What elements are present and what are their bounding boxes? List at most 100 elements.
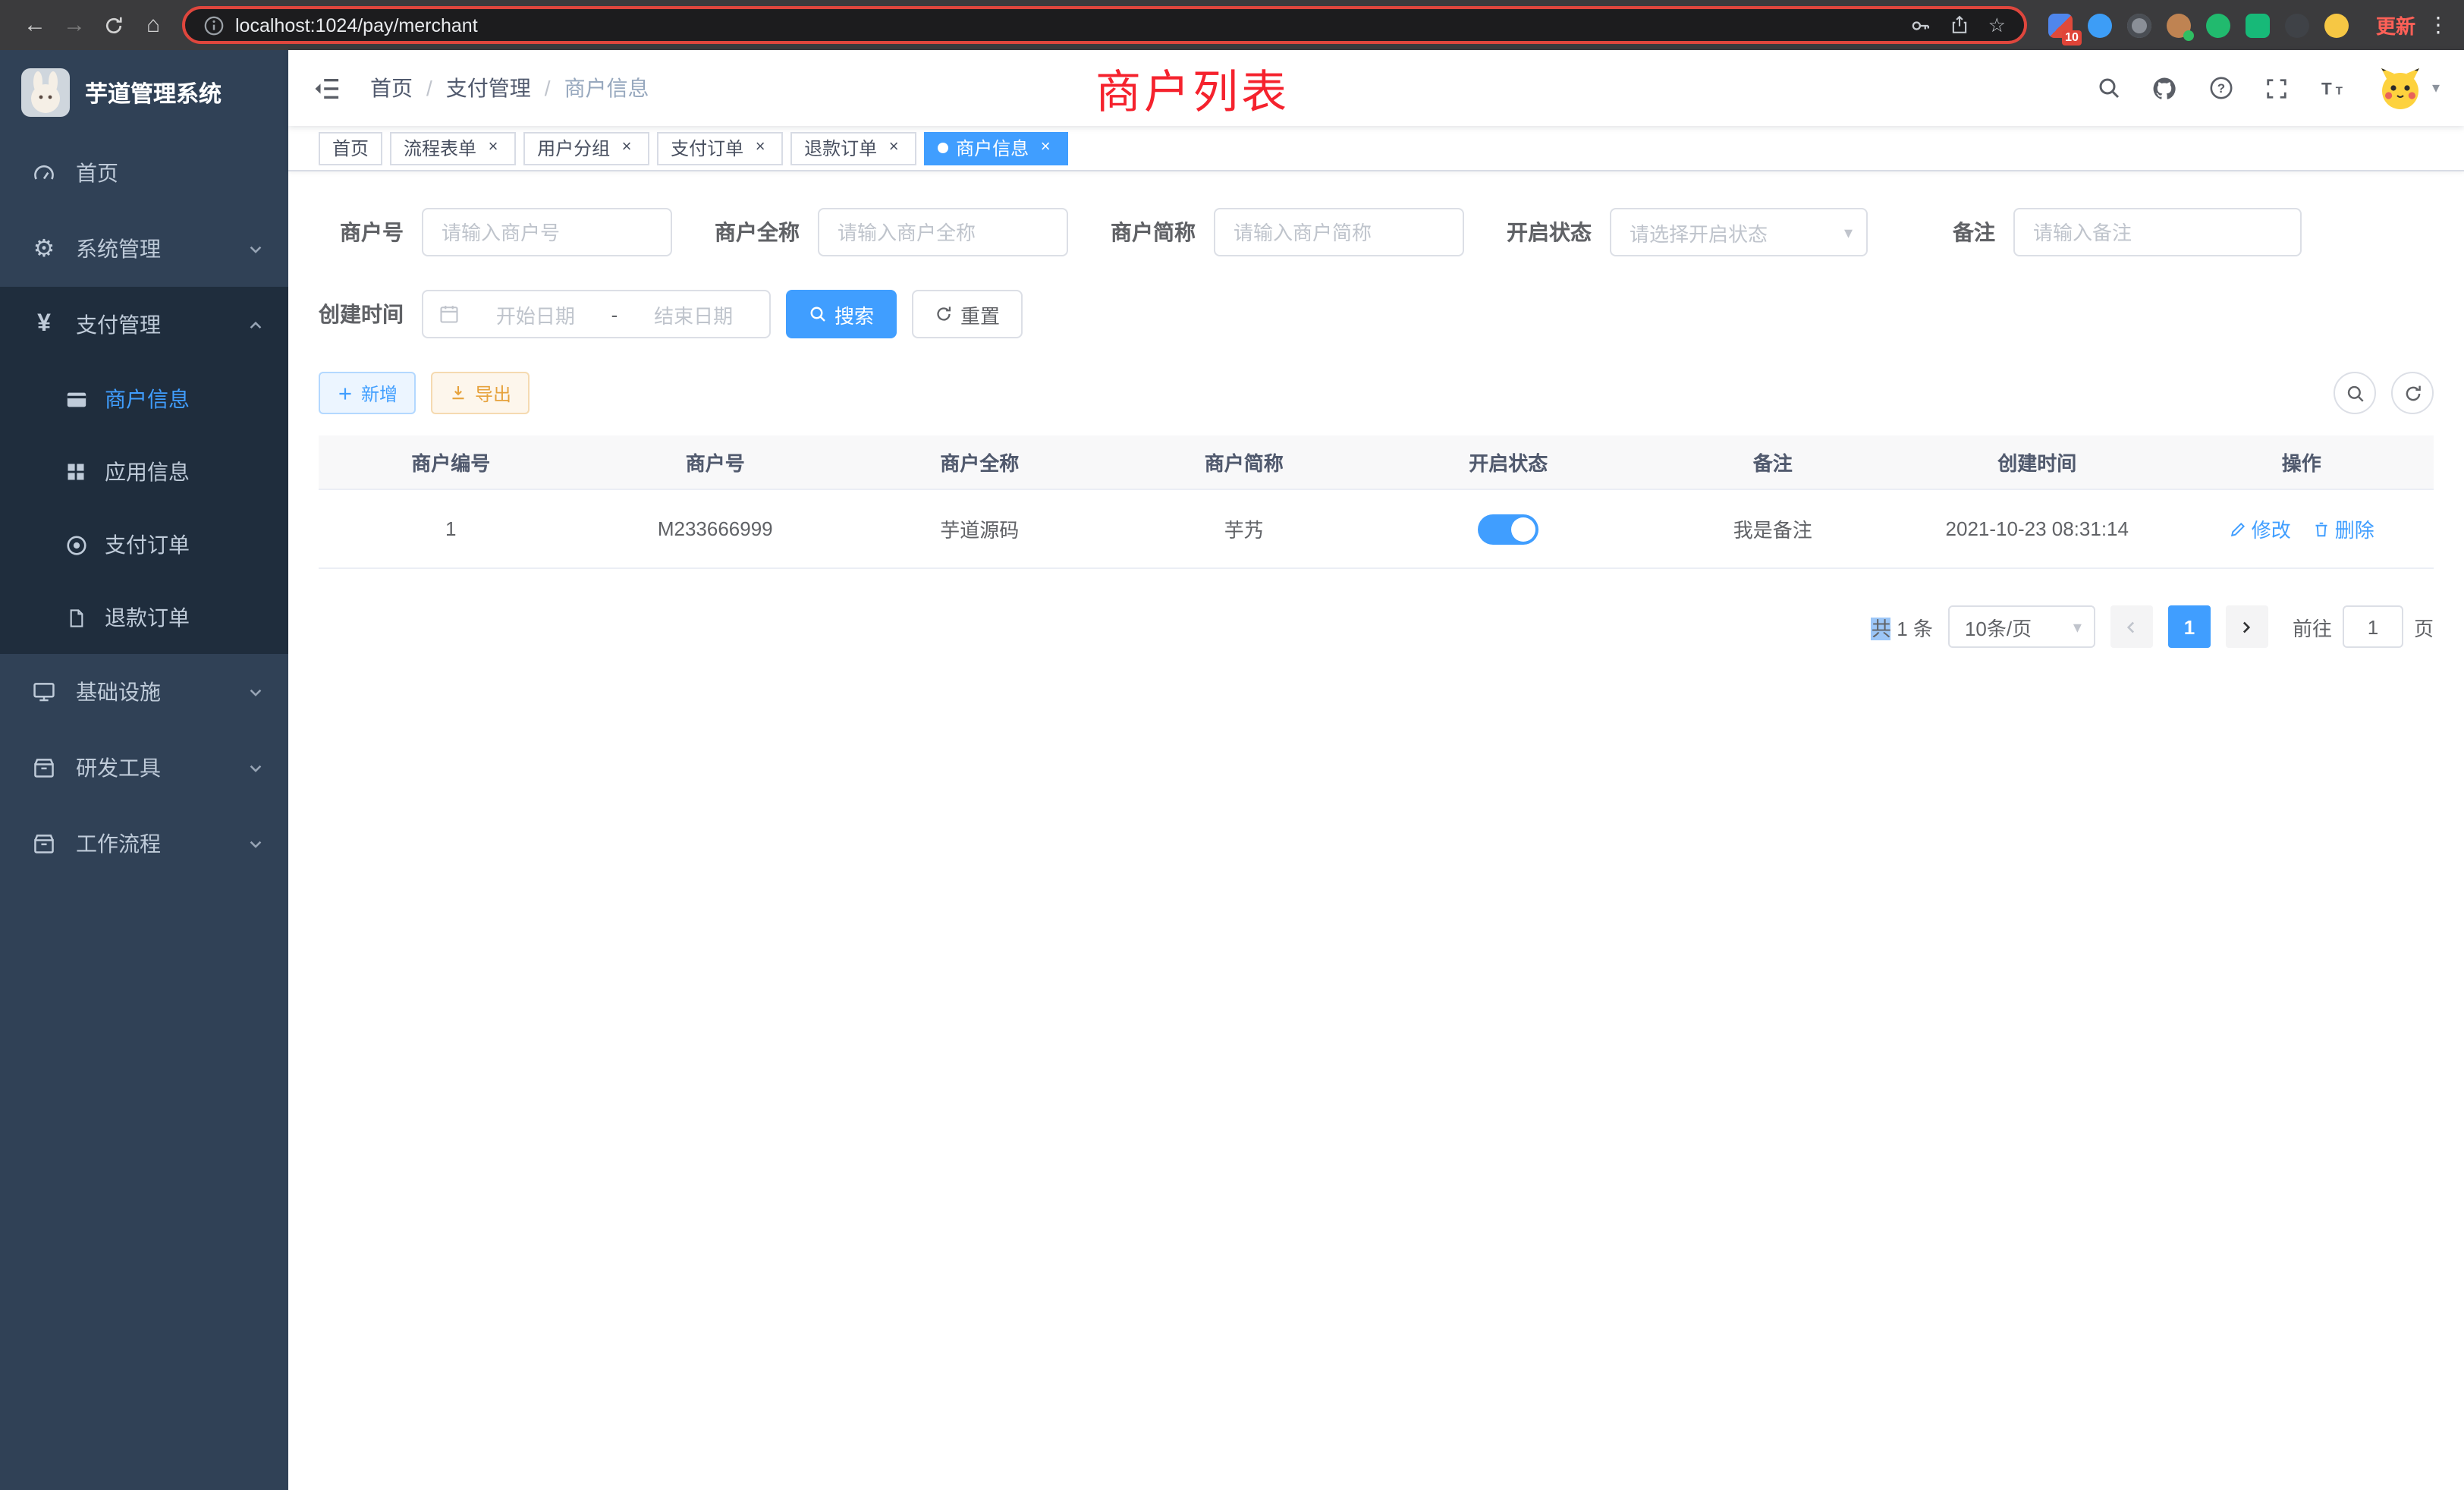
edit-link[interactable]: 修改	[2229, 514, 2291, 543]
chevron-down-icon	[247, 759, 264, 776]
close-icon[interactable]: ×	[751, 139, 769, 157]
export-button[interactable]: 导出	[431, 372, 530, 414]
search-icon[interactable]	[2094, 73, 2124, 103]
status-toggle[interactable]	[1478, 514, 1538, 544]
date-range-picker[interactable]: 开始日期 - 结束日期	[422, 290, 771, 338]
github-icon[interactable]	[2150, 73, 2180, 103]
page-number-button[interactable]: 1	[2168, 605, 2211, 648]
next-page-button[interactable]	[2226, 605, 2268, 648]
sidebar-item-dev-tools[interactable]: 研发工具	[0, 730, 288, 806]
goto-page-input[interactable]	[2343, 605, 2403, 648]
extension-icon[interactable]: 10	[2048, 13, 2073, 37]
toggle-search-button[interactable]	[2334, 372, 2376, 414]
site-info-icon[interactable]	[203, 14, 225, 36]
sidebar-subitem-app-info[interactable]: 应用信息	[0, 435, 288, 508]
extension-icon[interactable]	[2206, 13, 2230, 37]
refresh-table-button[interactable]	[2391, 372, 2434, 414]
browser-home-icon[interactable]: ⌂	[134, 7, 173, 43]
tab-refund-order[interactable]: 退款订单 ×	[790, 131, 916, 165]
browser-menu-icon[interactable]: ⋮	[2428, 12, 2449, 38]
browser-back-icon[interactable]: ←	[15, 7, 55, 43]
sidebar-item-home[interactable]: 首页	[0, 135, 288, 211]
sidebar-item-payment[interactable]: ¥ 支付管理	[0, 287, 288, 363]
breadcrumb-payment[interactable]: 支付管理	[446, 73, 531, 103]
help-icon[interactable]: ?	[2206, 73, 2236, 103]
table-header: 商户编号 商户号 商户全称 商户简称 开启状态 备注 创建时间 操作	[319, 435, 2434, 490]
password-key-icon[interactable]	[1911, 14, 1932, 36]
browser-refresh-icon[interactable]	[94, 7, 134, 43]
tab-process-form[interactable]: 流程表单 ×	[390, 131, 516, 165]
sidebar-subitem-merchant-info[interactable]: 商户信息	[0, 363, 288, 435]
page-size-select[interactable]: 10条/页 ▾	[1948, 605, 2095, 648]
screen: ← → ⌂ localhost:1024/pay/merchant ☆	[0, 0, 2464, 1490]
tags-view-bar: 首页 流程表单 × 用户分组 × 支付订单 × 退款订单 ×	[288, 126, 2464, 171]
user-avatar[interactable]: ▾	[2378, 65, 2440, 111]
extension-icon[interactable]	[2127, 13, 2151, 37]
extension-badge: 10	[2062, 30, 2082, 45]
calendar-icon	[438, 303, 460, 325]
tab-user-group[interactable]: 用户分组 ×	[523, 131, 649, 165]
date-start-placeholder[interactable]: 开始日期	[475, 300, 596, 328]
sidebar-subitem-label: 退款订单	[105, 602, 190, 633]
breadcrumb-home[interactable]: 首页	[370, 73, 413, 103]
browser-extensions: 10	[2048, 13, 2349, 37]
browser-toolbar: ← → ⌂ localhost:1024/pay/merchant ☆	[0, 0, 2464, 50]
extension-icon[interactable]	[2088, 13, 2112, 37]
tab-home[interactable]: 首页	[319, 131, 382, 165]
merchant-no-input[interactable]	[422, 208, 672, 256]
prev-page-button[interactable]	[2110, 605, 2153, 648]
tab-merchant-info[interactable]: 商户信息 ×	[924, 131, 1068, 165]
short-name-input[interactable]	[1214, 208, 1464, 256]
close-icon[interactable]: ×	[484, 139, 502, 157]
tab-pay-order[interactable]: 支付订单 ×	[657, 131, 783, 165]
document-icon	[61, 608, 91, 627]
svg-text:?: ?	[2217, 81, 2225, 96]
breadcrumb-current: 商户信息	[564, 73, 649, 103]
sidebar-item-infra[interactable]: 基础设施	[0, 654, 288, 730]
search-button[interactable]: 搜索	[786, 290, 897, 338]
page-content: 商户号 商户全称 商户简称 开启状态 请选择开启状态	[288, 171, 2464, 1490]
sidebar-subitem-pay-order[interactable]: 支付订单	[0, 508, 288, 581]
extension-icon[interactable]	[2167, 13, 2191, 37]
font-size-icon[interactable]: TT	[2318, 73, 2349, 103]
hamburger-fold-icon[interactable]	[313, 71, 349, 105]
chevron-down-icon	[247, 240, 264, 257]
pagination-total: 共 1 条	[1872, 612, 1933, 641]
sidebar-item-system[interactable]: ⚙ 系统管理	[0, 211, 288, 287]
sidebar-subitem-refund-order[interactable]: 退款订单	[0, 581, 288, 654]
sidebar-item-workflow[interactable]: 工作流程	[0, 806, 288, 882]
bookmark-star-icon[interactable]: ☆	[1988, 13, 2006, 37]
goto-label: 前往	[2293, 612, 2332, 641]
cell-merchant-name: 芋道源码	[847, 514, 1112, 543]
svg-text:T: T	[2337, 84, 2343, 97]
close-icon[interactable]: ×	[885, 139, 903, 157]
browser-update-button[interactable]: 更新	[2376, 11, 2415, 39]
share-icon[interactable]	[1950, 15, 1970, 35]
extension-icon[interactable]	[2324, 13, 2349, 37]
sidebar-subitem-label: 应用信息	[105, 457, 190, 487]
close-icon[interactable]: ×	[1036, 139, 1054, 157]
chevron-down-icon	[247, 835, 264, 852]
date-end-placeholder[interactable]: 结束日期	[633, 300, 754, 328]
url-text: localhost:1024/pay/merchant	[235, 14, 1911, 36]
extension-icon[interactable]	[2285, 13, 2309, 37]
create-time-label: 创建时间	[319, 299, 404, 329]
box-icon	[27, 831, 61, 856]
delete-link[interactable]: 删除	[2312, 514, 2374, 543]
extension-icon[interactable]	[2246, 13, 2270, 37]
sidebar-item-label: 首页	[76, 158, 118, 188]
breadcrumb: 首页 / 支付管理 / 商户信息	[370, 73, 649, 103]
full-name-input[interactable]	[818, 208, 1068, 256]
close-icon[interactable]: ×	[618, 139, 636, 157]
pagination: 共 1 条 10条/页 ▾ 1	[319, 605, 2434, 648]
fullscreen-icon[interactable]	[2262, 73, 2293, 103]
reset-button[interactable]: 重置	[912, 290, 1023, 338]
address-bar[interactable]: localhost:1024/pay/merchant ☆	[182, 6, 2027, 44]
browser-forward-icon[interactable]: →	[55, 7, 94, 43]
status-select[interactable]: 请选择开启状态 ▾	[1610, 208, 1868, 256]
add-button[interactable]: 新增	[319, 372, 416, 414]
remark-input[interactable]	[2013, 208, 2302, 256]
cell-merchant-id: 1	[319, 517, 583, 540]
target-icon	[61, 533, 91, 556]
grid-icon	[61, 461, 91, 483]
